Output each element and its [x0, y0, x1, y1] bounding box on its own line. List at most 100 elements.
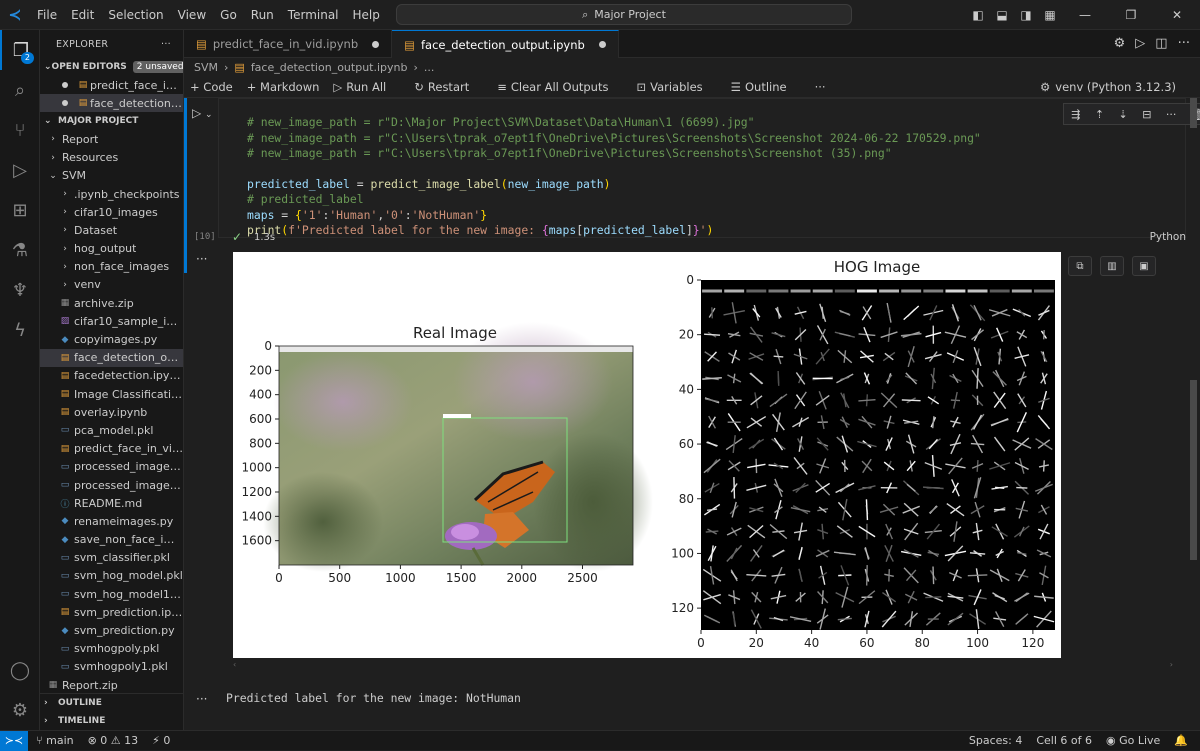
menu-view[interactable]: View	[171, 0, 213, 30]
menu-run[interactable]: Run	[244, 0, 281, 30]
tree-folder[interactable]: ›Resources	[40, 149, 183, 167]
command-center-search[interactable]: ⌕ Major Project	[396, 4, 852, 25]
editor-scrollbar-thumb[interactable]	[1190, 380, 1197, 560]
tree-file[interactable]: ▤face_detection_outp...	[40, 349, 183, 367]
search-view-icon[interactable]: ⌕	[0, 70, 40, 110]
settings-gear-icon[interactable]: ⚙	[1114, 36, 1126, 51]
tree-file[interactable]: ◆renameimages.py	[40, 512, 183, 530]
lightning-icon[interactable]: ϟ	[0, 310, 40, 350]
output-horizontal-scrollbar[interactable]: ‹ ›	[233, 662, 1173, 670]
tree-file[interactable]: ◆svm_prediction.py	[40, 621, 183, 639]
close-button[interactable]: ✕	[1154, 8, 1200, 22]
tree-folder[interactable]: ›Report	[40, 130, 183, 148]
tree-folder[interactable]: ›Dataset	[40, 221, 183, 239]
code-editor[interactable]: # new_image_path = r"D:\Major Project\SV…	[218, 98, 1186, 238]
copy-output-icon[interactable]: ⧉	[1068, 256, 1092, 276]
output-more-icon[interactable]: ···	[196, 692, 207, 706]
tree-folder[interactable]: ›venv	[40, 276, 183, 294]
open-editors-header[interactable]: ⌄ OPEN EDITORS 2 unsaved	[40, 58, 183, 76]
tree-file[interactable]: ▭svmhogpoly.pkl	[40, 640, 183, 658]
tree-file[interactable]: ▤facedetection.ipynb	[40, 367, 183, 385]
tree-file[interactable]: ▭pca_model.pkl	[40, 421, 183, 439]
clear-outputs-button[interactable]: ≡Clear All Outputs	[497, 80, 622, 94]
add-markdown-button[interactable]: + Markdown	[247, 80, 320, 94]
kernel-picker[interactable]: ⚙venv (Python 3.12.3)	[1040, 80, 1190, 94]
cell-position-status[interactable]: Cell 6 of 6	[1036, 734, 1092, 747]
tree-file[interactable]: ▭processed_images.pkl	[40, 458, 183, 476]
ports-status[interactable]: ⚡ 0	[152, 734, 170, 747]
timeline-header[interactable]: › TIMELINE	[40, 712, 184, 730]
code-cell[interactable]: ▷ ⌄ # new_image_path = r"D:\Major Projec…	[184, 98, 1200, 273]
tree-folder[interactable]: ›non_face_images	[40, 258, 183, 276]
unsaved-dot-icon[interactable]	[599, 41, 606, 48]
run-icon[interactable]: ▷	[1135, 36, 1145, 51]
tree-file[interactable]: ▨cifar10_sample_ima...	[40, 312, 183, 330]
explorer-more-icon[interactable]: ···	[161, 39, 171, 50]
notifications-bell-icon[interactable]: 🔔	[1174, 734, 1188, 747]
menu-terminal[interactable]: Terminal	[281, 0, 346, 30]
customize-layout-icon[interactable]: ▦	[1038, 8, 1062, 22]
menu-go[interactable]: Go	[213, 0, 244, 30]
toggle-secondary-sidebar-icon[interactable]: ◨	[1014, 8, 1038, 22]
toggle-panel-icon[interactable]: ⬓	[990, 8, 1014, 22]
toolbar-more-button[interactable]: ···	[815, 80, 826, 94]
restore-button[interactable]: ❐	[1108, 8, 1154, 22]
scroll-right-icon[interactable]: ›	[1170, 660, 1173, 669]
tree-file[interactable]: ▤overlay.ipynb	[40, 403, 183, 421]
restart-button[interactable]: ↻Restart	[414, 80, 483, 94]
more-actions-icon[interactable]: ···	[1178, 36, 1190, 51]
breadcrumb-folder[interactable]: SVM	[194, 61, 218, 74]
tree-file[interactable]: ▦archive.zip	[40, 294, 183, 312]
run-debug-icon[interactable]: ▷	[0, 150, 40, 190]
tree-file[interactable]: ▦Report.zip	[40, 676, 183, 694]
outline-button[interactable]: ☰Outline	[731, 80, 801, 94]
tree-folder[interactable]: ›cifar10_images	[40, 203, 183, 221]
tree-file[interactable]: ▤predict_face_in_vid.i...	[40, 440, 183, 458]
tab-face-detection[interactable]: ▤ face_detection_output.ipynb	[392, 30, 619, 58]
run-cell-icon[interactable]: ▷ ⌄	[192, 106, 213, 120]
indentation-status[interactable]: Spaces: 4	[969, 734, 1022, 747]
breadcrumb-more[interactable]: ...	[424, 61, 435, 74]
tree-file[interactable]: ▭svm_classifier.pkl	[40, 549, 183, 567]
toggle-sidebar-icon[interactable]: ◧	[966, 8, 990, 22]
project-header[interactable]: ⌄ MAJOR PROJECT	[40, 112, 183, 130]
cell-more-icon[interactable]: ···	[1166, 108, 1177, 121]
tree-folder[interactable]: ›.ipynb_checkpoints	[40, 185, 183, 203]
plot-viewer-icon[interactable]: ▥	[1100, 256, 1124, 276]
testing-icon[interactable]: ⚗	[0, 230, 40, 270]
variables-button[interactable]: ⊡Variables	[636, 80, 716, 94]
tree-file[interactable]: ▭svm_hog_model.pkl	[40, 567, 183, 585]
cell-language[interactable]: Python	[1150, 231, 1186, 243]
menu-help[interactable]: Help	[346, 0, 387, 30]
unsaved-dot-icon[interactable]	[372, 41, 379, 48]
tree-folder[interactable]: ›hog_output	[40, 240, 183, 258]
menu-file[interactable]: File	[30, 0, 64, 30]
source-control-icon[interactable]: ⑂	[0, 110, 40, 150]
open-editor-item[interactable]: ▤ face_detection_...	[40, 94, 183, 112]
tab-predict-face[interactable]: ▤ predict_face_in_vid.ipynb	[184, 30, 392, 58]
run-by-line-icon[interactable]: ⇶	[1071, 108, 1080, 121]
go-live-button[interactable]: ◉ Go Live	[1106, 734, 1160, 747]
tree-file[interactable]: ▤svm_prediction.ipynb	[40, 603, 183, 621]
run-all-button[interactable]: ▷Run All	[333, 80, 400, 94]
tree-file[interactable]: ▤Image Classification....	[40, 385, 183, 403]
execute-below-icon[interactable]: ⇣	[1119, 108, 1128, 121]
explorer-icon[interactable]: ❐2	[0, 30, 40, 70]
split-editor-icon[interactable]: ◫	[1155, 36, 1167, 51]
breadcrumb-file[interactable]: face_detection_output.ipynb	[251, 61, 408, 74]
editor-scrollbar-top[interactable]	[1190, 98, 1197, 128]
menu-edit[interactable]: Edit	[64, 0, 101, 30]
problems-status[interactable]: ⊗ 0 ⚠ 13	[88, 734, 139, 747]
output-more-icon[interactable]: ···	[196, 252, 207, 266]
split-cell-icon[interactable]: ⊟	[1142, 108, 1151, 121]
extensions-icon[interactable]: ⊞	[0, 190, 40, 230]
minimize-button[interactable]: —	[1062, 8, 1108, 22]
tree-file[interactable]: ▭svmhogpoly1.pkl	[40, 658, 183, 676]
manage-gear-icon[interactable]: ⚙	[0, 690, 40, 730]
branch-status[interactable]: ⑂ main	[36, 734, 74, 747]
tree-file[interactable]: ⓘREADME.md	[40, 494, 183, 512]
outline-header[interactable]: › OUTLINE	[40, 694, 184, 712]
menu-selection[interactable]: Selection	[101, 0, 170, 30]
remote-indicator-icon[interactable]: ≻≺	[0, 731, 28, 751]
open-editor-item[interactable]: ▤ predict_face_in_...	[40, 76, 183, 94]
